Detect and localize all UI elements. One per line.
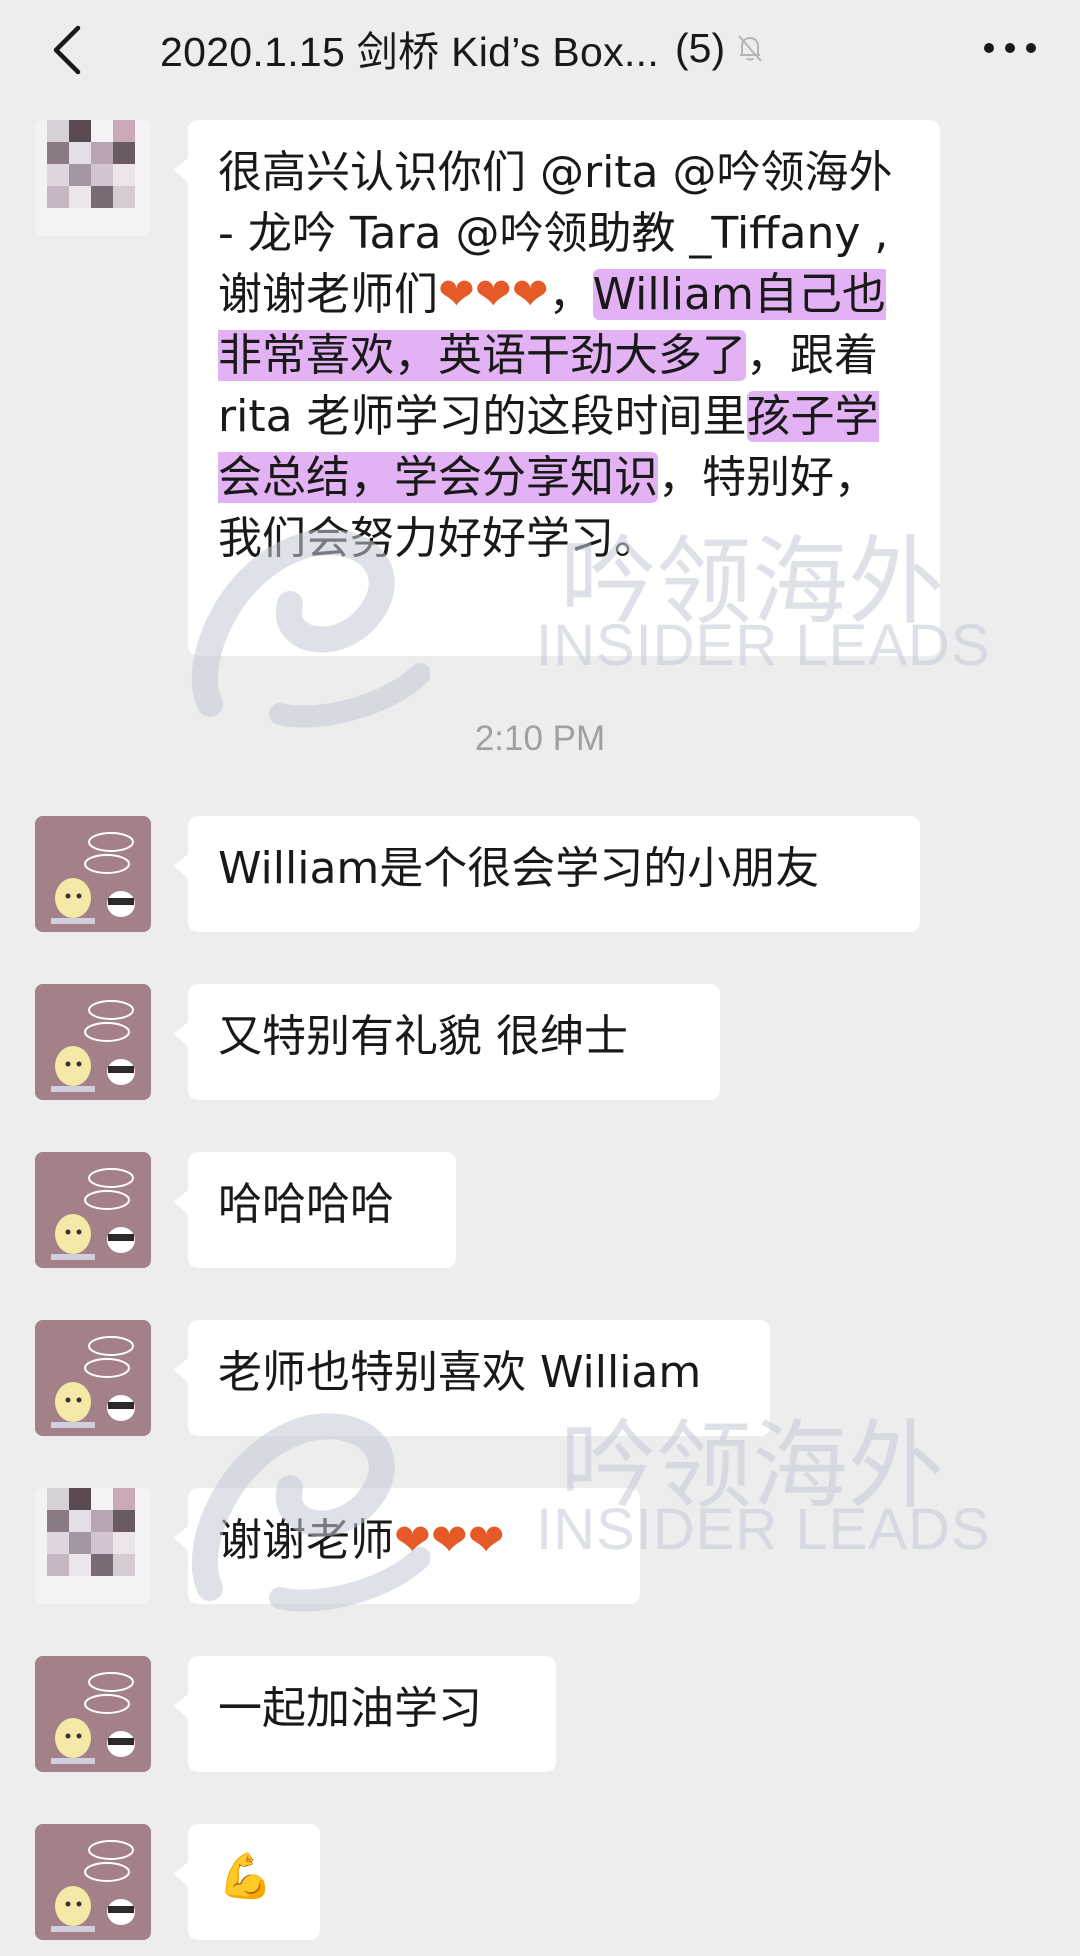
more-button[interactable] <box>980 28 1040 68</box>
avatar[interactable] <box>35 816 151 932</box>
message-text: 哈哈哈哈 <box>218 1179 394 1230</box>
cartoon-avatar-image <box>35 1152 151 1268</box>
message-list[interactable]: 很高兴认识你们 @rita @吟领海外 - 龙吟 Tara @吟领助教 _Tif… <box>0 104 1080 1956</box>
back-button[interactable] <box>36 20 96 80</box>
cartoon-avatar-image <box>35 1656 151 1772</box>
avatar[interactable] <box>35 1656 151 1772</box>
chat-header: 2020.1.15 剑桥 Kid’s Box... (5) <box>0 0 1080 104</box>
bell-muted-icon <box>738 35 762 62</box>
avatar[interactable] <box>35 1824 151 1940</box>
chat-title-area[interactable]: 2020.1.15 剑桥 Kid’s Box... (5) <box>160 18 900 78</box>
chat-title: 2020.1.15 剑桥 Kid’s Box... <box>160 29 660 75</box>
message-bubble[interactable]: 💪 <box>174 1824 320 1940</box>
message-text: 谢谢老师 <box>218 1515 394 1566</box>
avatar[interactable] <box>35 984 151 1100</box>
cartoon-avatar-image <box>35 816 151 932</box>
avatar[interactable] <box>35 120 151 236</box>
message-text: 又特别有礼貌 很绅士 <box>218 1011 628 1062</box>
message-bubble[interactable]: 一起加油学习 <box>174 1656 556 1772</box>
message-text: 老师也特别喜欢 William <box>218 1347 702 1398</box>
member-count: (5) <box>675 24 726 71</box>
message-bubble[interactable]: 谢谢老师❤❤❤ <box>174 1488 640 1604</box>
cartoon-avatar-image <box>35 1320 151 1436</box>
message-bubble[interactable]: 老师也特别喜欢 William <box>174 1320 770 1436</box>
blurred-avatar-image <box>35 1488 151 1604</box>
message-text: 一起加油学习 <box>218 1683 482 1734</box>
message-bubble[interactable]: William是个很会学习的小朋友 <box>174 816 920 932</box>
blurred-avatar-image <box>35 120 151 236</box>
message-text: 很高兴认识你们 @rita @吟领海外 - 龙吟 Tara @吟领助教 _Tif… <box>218 142 910 569</box>
heart-emoji: ❤❤❤ <box>394 1515 505 1566</box>
flexed-biceps-emoji: 💪 <box>218 1851 273 1902</box>
message-bubble[interactable]: 又特别有礼貌 很绅士 <box>174 984 720 1100</box>
message-bubble[interactable]: 很高兴认识你们 @rita @吟领海外 - 龙吟 Tara @吟领助教 _Tif… <box>174 120 940 656</box>
heart-emoji: ❤❤❤ <box>438 269 549 320</box>
cartoon-avatar-image <box>35 1824 151 1940</box>
cartoon-avatar-image <box>35 984 151 1100</box>
chevron-left-icon <box>53 25 81 75</box>
more-dots-icon <box>984 43 1036 53</box>
avatar[interactable] <box>35 1320 151 1436</box>
avatar[interactable] <box>35 1488 151 1604</box>
timestamp: 2:10 PM <box>474 719 606 758</box>
message-segment: ， <box>548 269 593 320</box>
message-text: William是个很会学习的小朋友 <box>218 843 820 894</box>
avatar[interactable] <box>35 1152 151 1268</box>
message-bubble[interactable]: 哈哈哈哈 <box>174 1152 456 1268</box>
